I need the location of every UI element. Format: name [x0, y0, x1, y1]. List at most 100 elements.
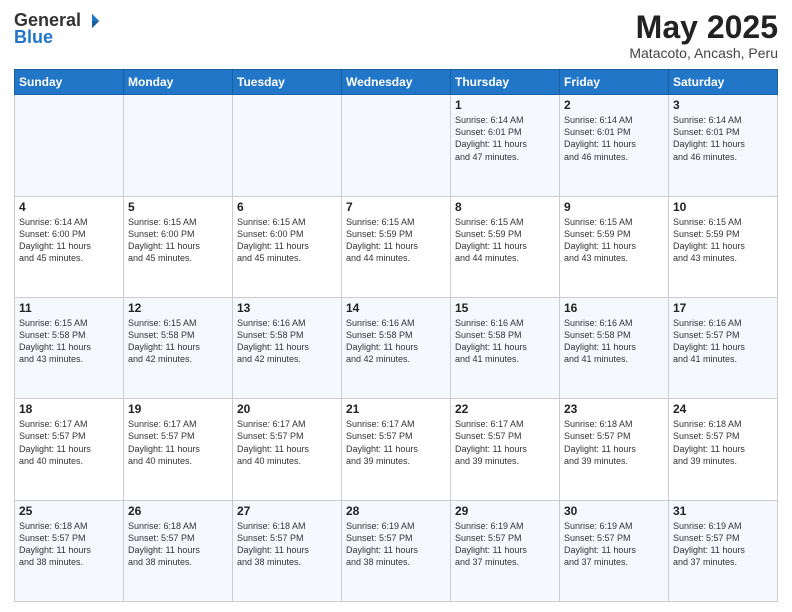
calendar-cell: 30Sunrise: 6:19 AMSunset: 5:57 PMDayligh… — [560, 500, 669, 601]
day-info: Sunrise: 6:18 AMSunset: 5:57 PMDaylight:… — [237, 520, 337, 569]
day-number: 17 — [673, 301, 773, 315]
day-info: Sunrise: 6:15 AMSunset: 5:58 PMDaylight:… — [128, 317, 228, 366]
calendar-cell — [342, 95, 451, 196]
day-info: Sunrise: 6:17 AMSunset: 5:57 PMDaylight:… — [19, 418, 119, 467]
day-info: Sunrise: 6:16 AMSunset: 5:58 PMDaylight:… — [346, 317, 446, 366]
calendar-cell: 5 Sunrise: 6:15 AMSunset: 6:00 PMDaylight… — [124, 196, 233, 297]
header-wednesday: Wednesday — [342, 70, 451, 95]
day-number: 13 — [237, 301, 337, 315]
day-info: Sunrise: 6:16 AMSunset: 5:58 PMDaylight:… — [455, 317, 555, 366]
day-number: 19 — [128, 402, 228, 416]
day-info: Sunrise: 6:15 AMSunset: 6:00 PMDaylight:… — [237, 216, 337, 265]
day-number: 21 — [346, 402, 446, 416]
day-info: Sunrise: 6:17 AMSunset: 5:57 PMDaylight:… — [346, 418, 446, 467]
calendar-cell: 17 Sunrise: 6:16 AMSunset: 5:57 PMDayligh… — [669, 297, 778, 398]
calendar-week-5: 25 Sunrise: 6:18 AMSunset: 5:57 PMDayligh… — [15, 500, 778, 601]
calendar-week-2: 4 Sunrise: 6:14 AMSunset: 6:00 PMDaylight… — [15, 196, 778, 297]
calendar-cell: 18 Sunrise: 6:17 AMSunset: 5:57 PMDayligh… — [15, 399, 124, 500]
day-info: Sunrise: 6:16 AMSunset: 5:58 PMDaylight:… — [237, 317, 337, 366]
calendar-cell: 26 Sunrise: 6:18 AMSunset: 5:57 PMDayligh… — [124, 500, 233, 601]
page: General Blue May 2025 Matacoto, Ancash, … — [0, 0, 792, 612]
day-info: Sunrise: 6:14 AMSunset: 6:00 PMDaylight:… — [19, 216, 119, 265]
header-monday: Monday — [124, 70, 233, 95]
day-number: 12 — [128, 301, 228, 315]
calendar-cell: 1 Sunrise: 6:14 AMSunset: 6:01 PMDaylight… — [451, 95, 560, 196]
day-info: Sunrise: 6:15 AMSunset: 5:58 PMDaylight:… — [19, 317, 119, 366]
calendar-cell: 11 Sunrise: 6:15 AMSunset: 5:58 PMDayligh… — [15, 297, 124, 398]
day-info: Sunrise: 6:19 AMSunset: 5:57 PMDaylight:… — [673, 520, 773, 569]
day-info: Sunrise: 6:17 AMSunset: 5:57 PMDaylight:… — [237, 418, 337, 467]
calendar-cell: 6 Sunrise: 6:15 AMSunset: 6:00 PMDaylight… — [233, 196, 342, 297]
logo: General Blue — [14, 10, 101, 48]
day-number: 15 — [455, 301, 555, 315]
day-number: 1 — [455, 98, 555, 112]
day-info: Sunrise: 6:15 AMSunset: 5:59 PMDaylight:… — [346, 216, 446, 265]
calendar-cell: 9Sunrise: 6:15 AMSunset: 5:59 PMDaylight… — [560, 196, 669, 297]
calendar-cell: 21 Sunrise: 6:17 AMSunset: 5:57 PMDayligh… — [342, 399, 451, 500]
day-info: Sunrise: 6:15 AMSunset: 5:59 PMDaylight:… — [673, 216, 773, 265]
calendar-cell: 19 Sunrise: 6:17 AMSunset: 5:57 PMDayligh… — [124, 399, 233, 500]
logo-icon — [83, 12, 101, 30]
day-info: Sunrise: 6:14 AMSunset: 6:01 PMDaylight:… — [455, 114, 555, 163]
header-friday: Friday — [560, 70, 669, 95]
day-number: 5 — [128, 200, 228, 214]
day-info: Sunrise: 6:17 AMSunset: 5:57 PMDaylight:… — [128, 418, 228, 467]
day-number: 8 — [455, 200, 555, 214]
weekday-header-row: Sunday Monday Tuesday Wednesday Thursday… — [15, 70, 778, 95]
day-number: 7 — [346, 200, 446, 214]
day-info: Sunrise: 6:14 AMSunset: 6:01 PMDaylight:… — [673, 114, 773, 163]
day-number: 27 — [237, 504, 337, 518]
day-info: Sunrise: 6:18 AMSunset: 5:57 PMDaylight:… — [564, 418, 664, 467]
day-number: 29 — [455, 504, 555, 518]
calendar-cell — [233, 95, 342, 196]
calendar: Sunday Monday Tuesday Wednesday Thursday… — [14, 69, 778, 602]
calendar-cell: 27 Sunrise: 6:18 AMSunset: 5:57 PMDayligh… — [233, 500, 342, 601]
day-number: 26 — [128, 504, 228, 518]
day-number: 30 — [564, 504, 664, 518]
calendar-cell: 22 Sunrise: 6:17 AMSunset: 5:57 PMDayligh… — [451, 399, 560, 500]
calendar-week-4: 18 Sunrise: 6:17 AMSunset: 5:57 PMDayligh… — [15, 399, 778, 500]
calendar-cell: 23Sunrise: 6:18 AMSunset: 5:57 PMDayligh… — [560, 399, 669, 500]
day-number: 31 — [673, 504, 773, 518]
header-tuesday: Tuesday — [233, 70, 342, 95]
header-thursday: Thursday — [451, 70, 560, 95]
day-number: 6 — [237, 200, 337, 214]
calendar-week-1: 1 Sunrise: 6:14 AMSunset: 6:01 PMDaylight… — [15, 95, 778, 196]
calendar-cell: 29 Sunrise: 6:19 AMSunset: 5:57 PMDayligh… — [451, 500, 560, 601]
location: Matacoto, Ancash, Peru — [629, 45, 778, 61]
calendar-cell: 28Sunrise: 6:19 AMSunset: 5:57 PMDayligh… — [342, 500, 451, 601]
day-number: 11 — [19, 301, 119, 315]
day-number: 24 — [673, 402, 773, 416]
day-number: 18 — [19, 402, 119, 416]
day-number: 4 — [19, 200, 119, 214]
day-info: Sunrise: 6:15 AMSunset: 6:00 PMDaylight:… — [128, 216, 228, 265]
day-number: 28 — [346, 504, 446, 518]
day-info: Sunrise: 6:16 AMSunset: 5:58 PMDaylight:… — [564, 317, 664, 366]
day-number: 16 — [564, 301, 664, 315]
calendar-cell: 8Sunrise: 6:15 AMSunset: 5:59 PMDaylight… — [451, 196, 560, 297]
day-number: 2 — [564, 98, 664, 112]
day-number: 14 — [346, 301, 446, 315]
calendar-cell: 4 Sunrise: 6:14 AMSunset: 6:00 PMDaylight… — [15, 196, 124, 297]
month-title: May 2025 — [629, 10, 778, 45]
calendar-cell: 25 Sunrise: 6:18 AMSunset: 5:57 PMDayligh… — [15, 500, 124, 601]
calendar-cell — [124, 95, 233, 196]
day-number: 22 — [455, 402, 555, 416]
day-info: Sunrise: 6:18 AMSunset: 5:57 PMDaylight:… — [19, 520, 119, 569]
day-info: Sunrise: 6:18 AMSunset: 5:57 PMDaylight:… — [128, 520, 228, 569]
day-number: 25 — [19, 504, 119, 518]
day-info: Sunrise: 6:14 AMSunset: 6:01 PMDaylight:… — [564, 114, 664, 163]
day-info: Sunrise: 6:19 AMSunset: 5:57 PMDaylight:… — [455, 520, 555, 569]
calendar-cell: 24 Sunrise: 6:18 AMSunset: 5:57 PMDayligh… — [669, 399, 778, 500]
day-number: 20 — [237, 402, 337, 416]
day-number: 9 — [564, 200, 664, 214]
logo-blue: Blue — [14, 27, 53, 48]
calendar-cell: 7 Sunrise: 6:15 AMSunset: 5:59 PMDaylight… — [342, 196, 451, 297]
day-info: Sunrise: 6:16 AMSunset: 5:57 PMDaylight:… — [673, 317, 773, 366]
title-block: May 2025 Matacoto, Ancash, Peru — [629, 10, 778, 61]
day-info: Sunrise: 6:18 AMSunset: 5:57 PMDaylight:… — [673, 418, 773, 467]
calendar-cell: 10 Sunrise: 6:15 AMSunset: 5:59 PMDayligh… — [669, 196, 778, 297]
calendar-cell: 20 Sunrise: 6:17 AMSunset: 5:57 PMDayligh… — [233, 399, 342, 500]
day-number: 10 — [673, 200, 773, 214]
day-info: Sunrise: 6:17 AMSunset: 5:57 PMDaylight:… — [455, 418, 555, 467]
